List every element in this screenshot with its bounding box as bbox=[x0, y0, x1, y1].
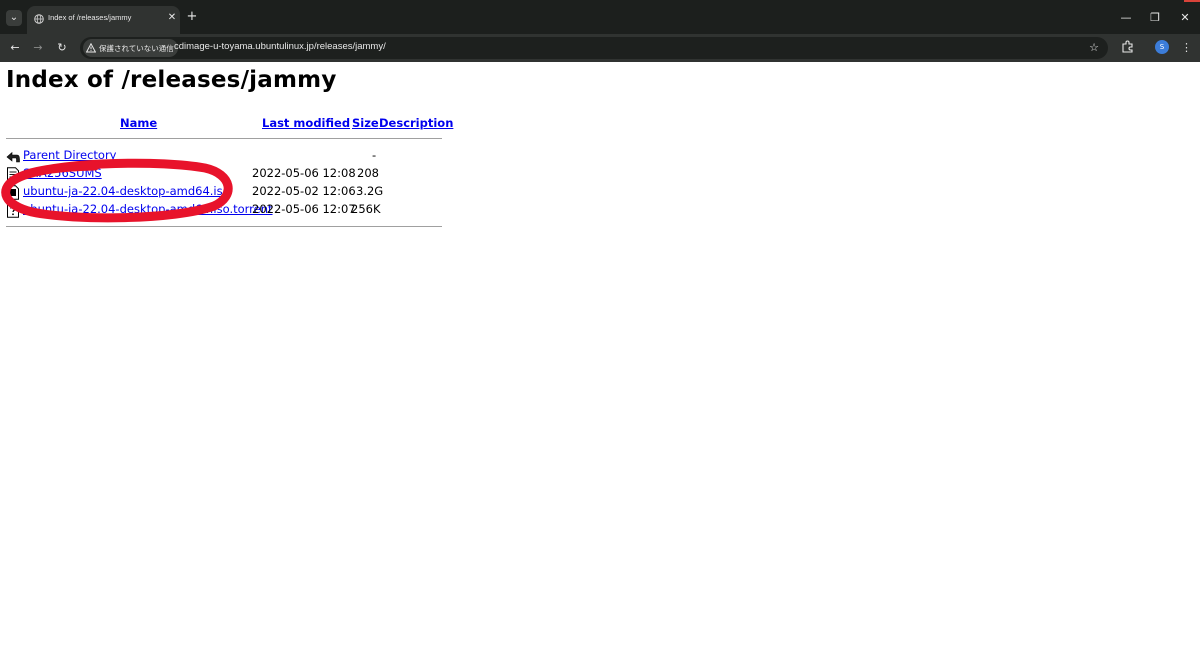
reload-button[interactable]: ↻ bbox=[53, 39, 71, 57]
last-modified-cell: 2022-05-06 12:07 bbox=[252, 202, 356, 216]
parent-directory-link[interactable]: Parent Directory bbox=[23, 148, 116, 162]
url-text[interactable]: cdimage-u-toyama.ubuntulinux.jp/releases… bbox=[174, 41, 386, 52]
globe-icon bbox=[34, 14, 44, 24]
page-title: Index of /releases/jammy bbox=[6, 67, 337, 93]
security-label: 保護されていない通信 bbox=[99, 43, 174, 53]
unknown-file-icon bbox=[7, 203, 19, 218]
footer-divider bbox=[6, 226, 442, 227]
file-link-torrent[interactable]: ubuntu-ja-22.04-desktop-amd64.iso.torren… bbox=[23, 202, 273, 216]
size-cell: 208 bbox=[357, 166, 379, 180]
forward-button[interactable]: → bbox=[29, 39, 47, 57]
size-cell: - bbox=[372, 148, 377, 162]
browser-menu-icon[interactable]: ⋮ bbox=[1181, 39, 1192, 57]
tab-close-icon[interactable]: ✕ bbox=[166, 11, 178, 25]
size-cell: 256K bbox=[351, 202, 381, 216]
table-row: ubuntu-ja-22.04-desktop-amd64.iso 2022-0… bbox=[6, 184, 446, 202]
tab-title: Index of /releases/jammy bbox=[48, 13, 132, 22]
page-content: Index of /releases/jammy Name Last modif… bbox=[0, 62, 1200, 650]
table-header-row: Name Last modified Size Description bbox=[6, 116, 453, 134]
back-icon bbox=[6, 151, 20, 163]
table-row: Parent Directory - bbox=[6, 148, 446, 166]
table-row: SHA256SUMS 2022-05-06 12:08 208 bbox=[6, 166, 446, 184]
bookmark-star-icon[interactable]: ☆ bbox=[1087, 39, 1101, 57]
sort-by-name-link[interactable]: Name bbox=[120, 116, 157, 130]
browser-toolbar: ← → ↻ 保護されていない通信 cdimage-u-toyama.ubuntu… bbox=[0, 34, 1200, 62]
close-window-button[interactable]: ✕ bbox=[1176, 9, 1194, 27]
binary-file-icon bbox=[7, 185, 19, 200]
file-link-sha256sums[interactable]: SHA256SUMS bbox=[23, 166, 102, 180]
tab-search-button[interactable]: ⌄ bbox=[6, 10, 22, 26]
address-bar[interactable]: 保護されていない通信 cdimage-u-toyama.ubuntulinux.… bbox=[80, 37, 1108, 59]
size-cell: 3.2G bbox=[356, 184, 384, 198]
last-modified-cell: 2022-05-02 12:06 bbox=[252, 184, 356, 198]
tab-active[interactable]: Index of /releases/jammy ✕ bbox=[27, 6, 180, 34]
header-divider bbox=[6, 138, 442, 139]
minimize-button[interactable]: — bbox=[1117, 9, 1135, 27]
text-file-icon bbox=[7, 167, 19, 182]
security-indicator[interactable]: 保護されていない通信 bbox=[83, 39, 178, 57]
window-edge-accent bbox=[1184, 0, 1200, 2]
tab-strip: ⌄ Index of /releases/jammy ✕ + — ❐ ✕ bbox=[0, 0, 1200, 34]
file-link-iso[interactable]: ubuntu-ja-22.04-desktop-amd64.iso bbox=[23, 184, 230, 198]
back-button[interactable]: ← bbox=[6, 39, 24, 57]
warning-icon bbox=[86, 43, 96, 53]
sort-by-last-modified-link[interactable]: Last modified bbox=[262, 116, 350, 130]
sort-by-description-link[interactable]: Description bbox=[379, 116, 453, 130]
new-tab-button[interactable]: + bbox=[185, 10, 199, 24]
sort-by-size-link[interactable]: Size bbox=[352, 116, 379, 130]
table-row: ubuntu-ja-22.04-desktop-amd64.iso.torren… bbox=[6, 202, 446, 220]
last-modified-cell: 2022-05-06 12:08 bbox=[252, 166, 356, 180]
extensions-puzzle-icon[interactable] bbox=[1121, 40, 1135, 54]
restore-button[interactable]: ❐ bbox=[1146, 9, 1164, 27]
profile-avatar[interactable]: S bbox=[1155, 40, 1169, 54]
